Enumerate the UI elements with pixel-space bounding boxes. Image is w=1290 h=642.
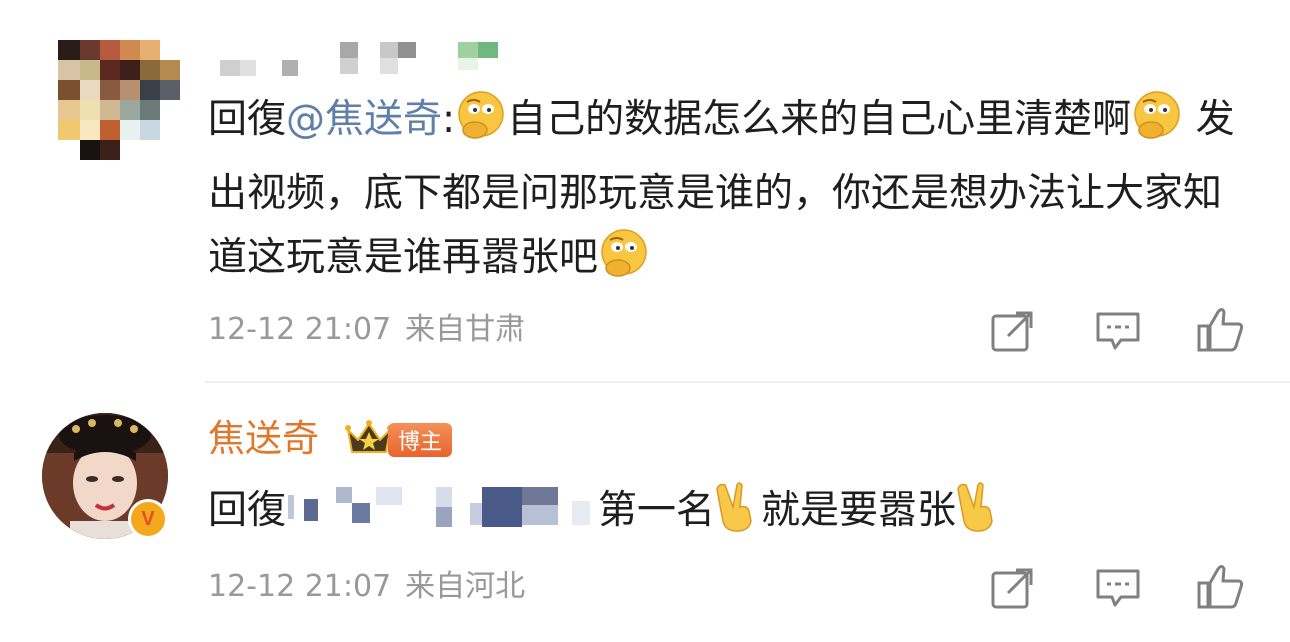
reply-prefix: 回復 <box>208 488 287 533</box>
username[interactable]: 焦送奇 <box>208 417 319 461</box>
comment-item: 回復@焦送奇: 自己的数据怎么来的自己心里清楚啊 发出视频，底下都是问那玩意是谁的… <box>0 0 1290 382</box>
share-button[interactable] <box>988 306 1038 356</box>
username-text: 焦送奇 <box>208 417 319 460</box>
comment-text-part1: 第一名 <box>598 488 716 533</box>
comment-time: 12-12 21:07 <box>208 312 392 347</box>
verified-label: V <box>141 507 155 530</box>
comment-icon <box>1096 569 1140 607</box>
comment-location: 来自河北 <box>405 569 526 604</box>
reply-prefix: 回復 <box>208 97 287 142</box>
thinking-face-emoji <box>1131 90 1183 162</box>
share-icon <box>991 311 1033 352</box>
comment-meta: 12-12 21:07 来自河北 <box>208 567 525 607</box>
thinking-face-emoji <box>598 228 650 300</box>
like-icon <box>1197 308 1244 352</box>
avatar-pixelated[interactable] <box>58 36 182 162</box>
mention-pixelated[interactable] <box>286 485 598 531</box>
comment-button[interactable] <box>1093 563 1143 613</box>
comment-button[interactable] <box>1093 306 1143 356</box>
blogger-badge: 博主 <box>388 423 452 457</box>
comment-item: V 焦送奇 博主 回復 第一名 就是要嚣张 12-12 21:07 来自河北 <box>0 383 1290 642</box>
victory-hand-emoji <box>956 481 1002 553</box>
comment-location: 来自甘肃 <box>405 312 526 347</box>
verified-badge: V <box>128 499 168 539</box>
comment-text: 回復 第一名 就是要嚣张 <box>208 479 1238 553</box>
blogger-badge-label: 博主 <box>397 430 442 455</box>
like-icon <box>1197 565 1244 609</box>
like-button[interactable] <box>1196 304 1246 354</box>
comment-meta: 12-12 21:07 来自甘肃 <box>208 310 525 350</box>
comment-icon <box>1096 312 1140 350</box>
mention-colon: : <box>442 97 456 142</box>
comment-text-part1: 自己的数据怎么来的自己心里清楚啊 <box>507 97 1132 142</box>
share-button[interactable] <box>988 563 1038 613</box>
comment-time: 12-12 21:07 <box>208 569 392 604</box>
share-icon <box>991 568 1033 609</box>
mention-link[interactable]: @焦送奇 <box>286 97 442 142</box>
thinking-face-emoji <box>455 90 507 162</box>
comment-text: 回復@焦送奇: 自己的数据怎么来的自己心里清楚啊 发出视频，底下都是问那玩意是谁的… <box>208 88 1238 300</box>
comment-text-part2: 就是要嚣张 <box>761 488 957 533</box>
like-button[interactable] <box>1196 561 1246 611</box>
username-pixelated[interactable] <box>218 38 518 78</box>
victory-hand-emoji <box>715 481 761 553</box>
crown-icon <box>344 418 394 458</box>
